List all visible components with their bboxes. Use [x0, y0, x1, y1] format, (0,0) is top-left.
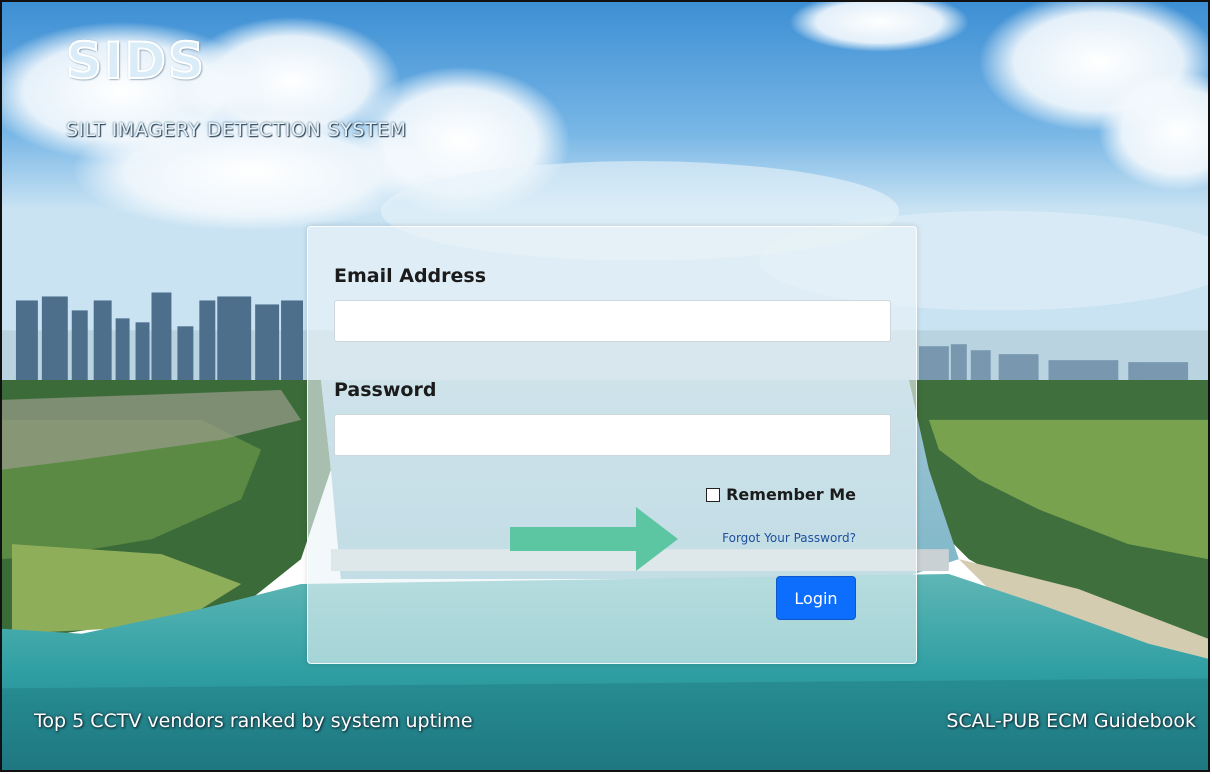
app-subtitle: SILT IMAGERY DETECTION SYSTEM	[66, 119, 407, 141]
footer-link-cctv-vendors[interactable]: Top 5 CCTV vendors ranked by system upti…	[34, 710, 473, 732]
login-form: Email Address Password Remember Me Forgo…	[307, 226, 917, 664]
footer-link-guidebook[interactable]: SCAL-PUB ECM Guidebook	[946, 710, 1196, 732]
app-logo-title: SIDS	[65, 31, 207, 91]
email-field[interactable]	[334, 300, 891, 342]
remember-me-checkbox[interactable]	[706, 487, 721, 502]
password-field[interactable]	[334, 414, 891, 456]
app-window: SIDS SILT IMAGERY DETECTION SYSTEM Email…	[0, 0, 1210, 772]
login-button[interactable]: Login	[776, 576, 856, 620]
forgot-password-link[interactable]: Forgot Your Password?	[722, 531, 856, 545]
remember-me-label: Remember Me	[726, 485, 856, 504]
password-label: Password	[334, 379, 437, 401]
email-label: Email Address	[334, 265, 487, 287]
remember-me-control[interactable]: Remember Me	[706, 485, 856, 504]
arrow-right-icon	[510, 507, 678, 571]
